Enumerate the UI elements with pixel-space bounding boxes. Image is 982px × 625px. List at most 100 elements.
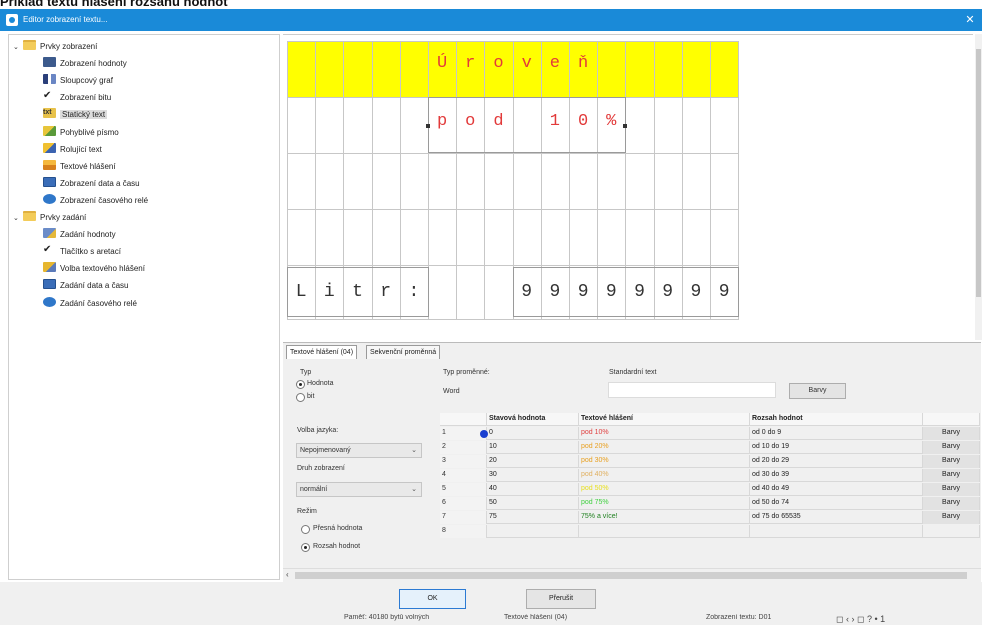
tab-sequence-variable[interactable]: Sekvenční proměnná [366,345,441,359]
grid-cell [343,153,373,210]
tab-text-messages[interactable]: Textové hlášení (04) [286,345,358,359]
display-type-select[interactable]: normální ⌄ [296,482,422,497]
mode-radio-range[interactable] [301,543,310,552]
chevron-down-icon: ⌄ [411,447,417,454]
grid-cell [484,265,514,320]
cancel-button[interactable]: Přerušit [526,589,596,609]
language-select[interactable]: Nepojmenovaný ⌄ [296,443,422,458]
table-row[interactable]: 6 50 pod 75% od 50 do 74 Barvy [440,497,980,510]
display-char: r [465,54,476,73]
tree-item[interactable]: Zadání hodnoty [43,227,116,243]
ok-button[interactable]: OK [399,589,466,609]
display-char: 9 [690,282,702,302]
table-cell [487,525,579,538]
tree-item[interactable]: Statický text [43,107,108,123]
mode-radio-exact[interactable] [301,525,310,534]
display-canvas[interactable]: Úr o v e ň p o d 1 0% Li t r:9 9 9 9 9 9 9 9 [283,34,973,340]
grid-cell [456,265,486,320]
canvas-vertical-scrollbar[interactable] [975,34,982,340]
column-header [923,413,980,426]
display-char: t [352,282,363,302]
table-row[interactable]: 8 [440,525,980,538]
horizontal-scrollbar[interactable]: ‹ [283,568,981,582]
row-number: 5 [440,483,487,496]
grid-cell [428,153,458,210]
tree-item[interactable]: Zadání časového relé [43,296,137,312]
tree-item[interactable]: Tlačítko s aretací [43,242,121,260]
numeric-display-icon [43,57,56,68]
row-colors-button[interactable]: Barvy [923,455,980,468]
current-row-indicator-icon [480,430,488,438]
table-cell: od 40 do 49 [750,483,923,496]
grid-cell [484,209,514,266]
table-row[interactable]: 2 10 pod 20% od 10 do 19 Barvy [440,441,980,454]
latch-button-icon [43,242,56,258]
tree-item[interactable]: Zobrazení časového relé [43,193,148,209]
tree-item[interactable]: Pohyblivé písmo [43,125,119,141]
row-colors-button[interactable]: Barvy [923,511,980,524]
selection-handle[interactable] [623,124,628,128]
close-icon[interactable]: ✕ [962,12,978,28]
display-char: 9 [577,282,589,302]
table-row[interactable]: 4 30 pod 40% od 30 do 39 Barvy [440,469,980,482]
grid-cell [597,41,627,98]
grid-cell [287,209,317,266]
display-char: % [606,112,617,131]
grid-cell [681,209,711,266]
tree-item-label: Zadání časového relé [60,298,137,308]
grid-cell [653,209,683,266]
table-cell: pod 40% [579,469,750,482]
grid-cell [710,41,740,98]
tree-item[interactable]: Volba textového hlášení [43,261,145,277]
type-radio-bit[interactable] [296,393,305,402]
tree-group[interactable]: ⌄ Prvky zadání [13,210,86,226]
variable-type-label: Typ proměnné: [443,369,490,376]
display-char: 9 [521,282,533,302]
display-char: r [380,282,392,302]
tree-item[interactable]: Zobrazení data a času [43,176,140,192]
tree-item[interactable]: Zobrazení hodnoty [43,56,127,72]
table-row[interactable]: 5 40 pod 50% od 40 do 49 Barvy [440,483,980,496]
standard-text-input[interactable] [608,382,776,398]
table-cell: 30 [487,469,579,482]
tree-item-label: Zobrazení bitu [60,93,112,103]
scrollbar-thumb[interactable] [976,49,981,297]
tree-item-label: Volba textového hlášení [60,264,145,274]
status-memory: Paměť: 40180 bytů volných [344,614,430,621]
scrollbar-thumb[interactable] [295,572,967,579]
table-cell: 20 [487,455,579,468]
row-colors-button[interactable]: Barvy [923,441,980,454]
table-row[interactable]: 7 75 75% a více! od 75 do 65535 Barvy [440,511,980,524]
row-colors-button[interactable] [923,525,980,538]
scroll-left-icon[interactable]: ‹ [286,570,289,579]
tree-group[interactable]: ⌄ Prvky zobrazení [13,39,97,55]
tree-item[interactable]: Sloupcový graf [43,73,113,89]
type-radio-value[interactable] [296,380,305,389]
standard-colors-button[interactable]: Barvy [789,383,846,399]
tree-item[interactable]: Rolující text [43,142,102,158]
tree-item[interactable]: Zobrazení bitu [43,88,112,106]
expand-toggle-icon[interactable]: ⌄ [13,40,23,56]
row-number: 4 [440,469,487,482]
row-colors-button[interactable]: Barvy [923,483,980,496]
grid-cell [399,97,429,154]
row-colors-button[interactable]: Barvy [923,497,980,510]
table-row[interactable]: 1 0 pod 10% od 0 do 9 Barvy [440,427,980,440]
tree-item-label: Zobrazení časového relé [60,195,149,205]
tree-item[interactable]: Zadání data a času [43,278,129,294]
row-colors-button[interactable]: Barvy [923,427,980,440]
display-type-value: normální [300,486,328,493]
selection-handle[interactable] [426,124,430,128]
table-cell: pod 50% [579,483,750,496]
grid-cell [315,41,345,98]
expand-toggle-icon[interactable]: ⌄ [13,211,23,227]
grid-cell [710,153,740,210]
row-number: 3 [440,455,487,468]
static-text-icon [43,108,56,119]
grid-cell [512,209,542,266]
row-colors-button[interactable]: Barvy [923,469,980,482]
table-row[interactable]: 3 20 pod 30% od 20 do 29 Barvy [440,455,980,468]
tree-item[interactable]: Textové hlášení [43,159,116,175]
type-option-value: Hodnota [307,380,334,387]
status-element: Textové hlášení (04) [504,614,568,621]
